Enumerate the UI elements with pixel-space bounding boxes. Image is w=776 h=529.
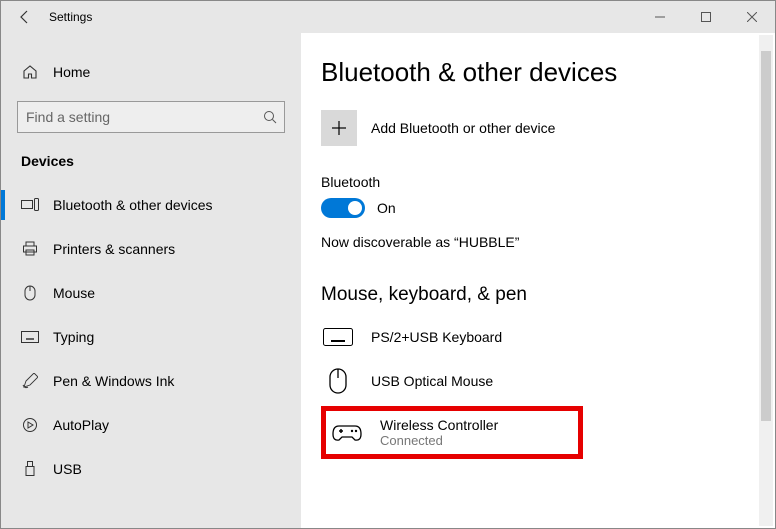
device-row-keyboard[interactable]: PS/2+USB Keyboard [321,318,775,362]
mouse-icon [21,285,39,301]
page-title: Bluetooth & other devices [321,57,775,88]
sidebar-item-label: Printers & scanners [53,241,175,257]
toggle-state-label: On [377,200,396,216]
settings-window: Settings Home [0,0,776,529]
scrollbar[interactable] [759,35,773,526]
sidebar-item-autoplay[interactable]: AutoPlay [1,403,301,447]
device-row-mouse[interactable]: USB Optical Mouse [321,362,775,406]
search-input[interactable] [17,101,285,133]
home-icon [21,64,39,80]
search-wrap [17,101,285,133]
device-row-controller[interactable]: Wireless Controller Connected [330,415,498,450]
bluetooth-toggle[interactable] [321,198,365,218]
mouse-icon [321,368,355,394]
devices-icon [21,198,39,212]
minimize-button[interactable] [637,1,683,33]
sidebar-section-label: Devices [1,147,301,183]
titlebar: Settings [1,1,775,33]
sidebar-item-mouse[interactable]: Mouse [1,271,301,315]
sidebar-item-label: Bluetooth & other devices [53,197,213,213]
keyboard-icon [321,324,355,350]
maximize-button[interactable] [683,1,729,33]
sidebar-item-printers[interactable]: Printers & scanners [1,227,301,271]
sidebar-item-bluetooth[interactable]: Bluetooth & other devices [1,183,301,227]
search-icon [263,110,277,124]
back-button[interactable] [1,1,49,33]
device-status: Connected [380,433,498,448]
plus-icon [321,110,357,146]
device-name: USB Optical Mouse [371,373,493,389]
printer-icon [21,241,39,257]
add-device-label: Add Bluetooth or other device [371,120,555,136]
sidebar-item-label: AutoPlay [53,417,109,433]
add-device-button[interactable]: Add Bluetooth or other device [321,110,775,146]
sidebar-item-label: Typing [53,329,94,345]
window-title: Settings [49,10,92,24]
pen-icon [21,373,39,389]
sidebar-item-pen[interactable]: Pen & Windows Ink [1,359,301,403]
toggle-knob [348,201,362,215]
gamepad-icon [330,420,364,446]
nav-list: Bluetooth & other devices Printers & sca… [1,183,301,491]
usb-icon [21,461,39,477]
autoplay-icon [21,417,39,433]
home-label: Home [53,64,90,80]
bluetooth-toggle-row: On [321,198,775,218]
device-name: Wireless Controller [380,417,498,433]
highlighted-device: Wireless Controller Connected [321,406,583,459]
body: Home Devices Bluetooth & other devices [1,33,775,528]
device-name: PS/2+USB Keyboard [371,329,502,345]
keyboard-icon [21,331,39,343]
window-controls [637,1,775,33]
close-button[interactable] [729,1,775,33]
scrollbar-thumb[interactable] [761,51,771,421]
sidebar-item-typing[interactable]: Typing [1,315,301,359]
sidebar-item-usb[interactable]: USB [1,447,301,491]
sidebar-item-label: Mouse [53,285,95,301]
sidebar-item-label: Pen & Windows Ink [53,373,174,389]
home-button[interactable]: Home [1,53,301,91]
device-group-title: Mouse, keyboard, & pen [321,284,775,306]
bluetooth-label: Bluetooth [321,174,775,190]
sidebar-item-label: USB [53,461,82,477]
sidebar: Home Devices Bluetooth & other devices [1,33,301,528]
content: Bluetooth & other devices Add Bluetooth … [301,33,775,528]
discoverable-text: Now discoverable as “HUBBLE” [321,234,775,250]
